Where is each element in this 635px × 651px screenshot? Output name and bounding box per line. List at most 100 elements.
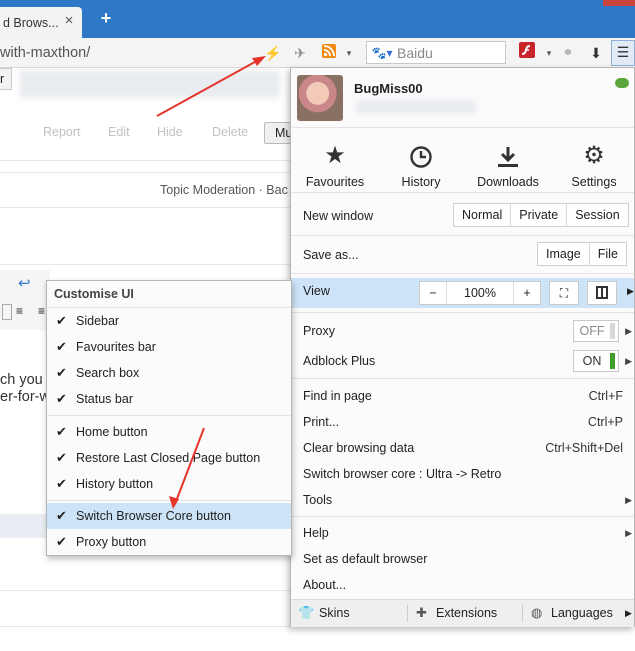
browser-tab[interactable]: d Brows... × bbox=[0, 7, 82, 38]
favourites-button[interactable]: ★ Favourites bbox=[295, 141, 375, 189]
page-side-button[interactable]: r bbox=[0, 68, 12, 90]
edit-link[interactable]: Edit bbox=[108, 125, 130, 139]
divider bbox=[0, 160, 290, 161]
save-image-button[interactable]: Image bbox=[538, 243, 590, 265]
topic-moderation-link[interactable]: Topic Moderation · Bac bbox=[160, 183, 288, 197]
set-default-browser-item[interactable]: Set as default browser bbox=[291, 546, 634, 572]
submenu-title: Customise UI bbox=[54, 287, 134, 301]
split-view-icon[interactable] bbox=[587, 281, 617, 305]
proxy-button-option[interactable]: ✔ Proxy button bbox=[47, 529, 291, 555]
address-input[interactable]: with-maxthon/ bbox=[0, 42, 258, 64]
languages-button[interactable]: ◍ Languages ▶ bbox=[523, 600, 634, 627]
checkmark-icon: ✔ bbox=[56, 391, 67, 406]
zoom-in-button[interactable]: + bbox=[513, 282, 540, 304]
address-toolbar: with-maxthon/ ⚡ ✈ ▾ 🐾▾ Baidu ▾ ≑ ⬇ ☰ bbox=[0, 38, 635, 68]
new-window-options: Normal Private Session bbox=[453, 203, 629, 227]
clear-browsing-data-item[interactable]: Clear browsing data Ctrl+Shift+Del bbox=[291, 435, 634, 461]
blurred-account-info bbox=[356, 100, 476, 114]
normal-window-button[interactable]: Normal bbox=[454, 204, 512, 226]
view-row[interactable]: View − 100% + ⛶ ▶ bbox=[291, 278, 634, 308]
zoom-level: 100% bbox=[464, 286, 496, 300]
close-icon[interactable]: × bbox=[60, 12, 78, 30]
rss-icon[interactable] bbox=[318, 42, 340, 64]
switch-browser-core-option[interactable]: ✔ Switch Browser Core button bbox=[47, 503, 291, 529]
checkmark-icon: ✔ bbox=[56, 508, 67, 523]
editor-toolbar: ↩ ≡ ≡ bbox=[0, 270, 50, 330]
globe-icon: ◍ bbox=[531, 605, 543, 620]
zoom-out-button[interactable]: − bbox=[420, 282, 447, 304]
proxy-row[interactable]: Proxy OFF ▶ bbox=[291, 318, 634, 344]
shirt-icon: 👕 bbox=[298, 605, 315, 620]
avatar[interactable] bbox=[297, 75, 343, 121]
restore-last-closed-page-option[interactable]: ✔ Restore Last Closed Page button bbox=[47, 445, 291, 471]
puzzle-icon: ✚ bbox=[416, 605, 427, 620]
history-button[interactable]: History bbox=[381, 141, 461, 189]
home-button-option[interactable]: ✔ Home button bbox=[47, 419, 291, 445]
checkmark-icon: ✔ bbox=[56, 365, 67, 380]
skins-button[interactable]: 👕 Skins bbox=[291, 600, 407, 627]
find-in-page-item[interactable]: Find in page Ctrl+F bbox=[291, 383, 634, 409]
delete-link[interactable]: Delete bbox=[212, 125, 248, 139]
baidu-paw-icon[interactable]: 🐾▾ bbox=[367, 46, 397, 60]
adblock-toggle[interactable]: ON bbox=[573, 350, 619, 372]
download-icon bbox=[468, 141, 548, 171]
proxy-toggle[interactable]: OFF bbox=[573, 320, 619, 342]
fullscreen-icon[interactable]: ⛶ bbox=[549, 281, 579, 305]
private-window-button[interactable]: Private bbox=[511, 204, 568, 226]
lightning-icon[interactable]: ⚡ bbox=[262, 42, 284, 64]
new-tab-button[interactable]: + bbox=[96, 8, 116, 28]
switch-browser-core-item[interactable]: Switch browser core : Ultra -> Retro bbox=[291, 461, 634, 487]
print-item[interactable]: Print... Ctrl+P bbox=[291, 409, 634, 435]
checkmark-icon: ✔ bbox=[56, 313, 67, 328]
align-right-icon[interactable]: ≡ bbox=[38, 304, 45, 318]
about-item[interactable]: About... bbox=[291, 572, 634, 598]
window-close-button[interactable] bbox=[603, 0, 635, 6]
checkmark-icon: ✔ bbox=[56, 534, 67, 549]
download-icon[interactable]: ⬇ bbox=[585, 42, 607, 64]
save-as-options: Image File bbox=[537, 242, 627, 266]
hide-link[interactable]: Hide bbox=[157, 125, 183, 139]
downloads-button[interactable]: Downloads bbox=[468, 141, 548, 189]
chevron-down-icon[interactable]: ▾ bbox=[338, 42, 360, 64]
zoom-control: − 100% + bbox=[419, 281, 541, 305]
adblock-row[interactable]: Adblock Plus ON ▶ bbox=[291, 348, 634, 374]
search-input[interactable]: Baidu bbox=[397, 45, 433, 61]
main-menu-button[interactable]: ☰ bbox=[611, 40, 635, 66]
gear-icon: ⚙ bbox=[583, 142, 605, 169]
align-left-icon[interactable] bbox=[2, 304, 12, 320]
save-as-row[interactable]: Save as... Image File bbox=[291, 242, 634, 268]
align-center-icon[interactable]: ≡ bbox=[16, 304, 23, 318]
report-link[interactable]: Report bbox=[43, 125, 81, 139]
extensions-button[interactable]: ✚ Extensions bbox=[408, 600, 522, 627]
flash-icon[interactable] bbox=[516, 42, 538, 64]
tools-item[interactable]: Tools ▶ bbox=[291, 487, 634, 513]
username[interactable]: BugMiss00 bbox=[354, 81, 423, 96]
star-icon: ★ bbox=[324, 142, 346, 169]
chevron-right-icon: ▶ bbox=[625, 356, 632, 366]
favourites-bar-option[interactable]: ✔ Favourites bar bbox=[47, 334, 291, 360]
save-file-button[interactable]: File bbox=[590, 243, 626, 265]
divider bbox=[0, 172, 290, 173]
blurred-banner bbox=[20, 70, 280, 98]
chevron-right-icon: ▶ bbox=[625, 495, 632, 505]
help-item[interactable]: Help ▶ bbox=[291, 520, 634, 546]
history-button-option[interactable]: ✔ History button bbox=[47, 471, 291, 497]
search-box-option[interactable]: ✔ Search box bbox=[47, 360, 291, 386]
customise-ui-submenu: Customise UI ✔ Sidebar ✔ Favourites bar … bbox=[46, 280, 292, 556]
menu-bottom-bar: 👕 Skins ✚ Extensions ◍ Languages ▶ bbox=[291, 599, 634, 627]
page-footer bbox=[0, 627, 635, 651]
settings-button[interactable]: ⚙ Settings bbox=[554, 141, 634, 189]
session-window-button[interactable]: Session bbox=[567, 204, 627, 226]
checkmark-icon: ✔ bbox=[56, 476, 67, 491]
status-bar-option[interactable]: ✔ Status bar bbox=[47, 386, 291, 412]
chevron-right-icon: ▶ bbox=[627, 286, 634, 296]
switch-core-icon[interactable]: ✈ bbox=[289, 42, 311, 64]
sidebar-option[interactable]: ✔ Sidebar bbox=[47, 308, 291, 334]
search-box[interactable]: 🐾▾ Baidu bbox=[366, 41, 506, 64]
undo-icon[interactable]: ↩ bbox=[18, 274, 31, 292]
post-text-line: er-for-w bbox=[0, 389, 50, 405]
overflow-icon[interactable]: ≑ bbox=[557, 42, 579, 64]
divider bbox=[0, 590, 290, 591]
checkmark-icon: ✔ bbox=[56, 339, 67, 354]
main-menu: BugMiss00 ★ Favourites History Downloads… bbox=[290, 67, 635, 627]
